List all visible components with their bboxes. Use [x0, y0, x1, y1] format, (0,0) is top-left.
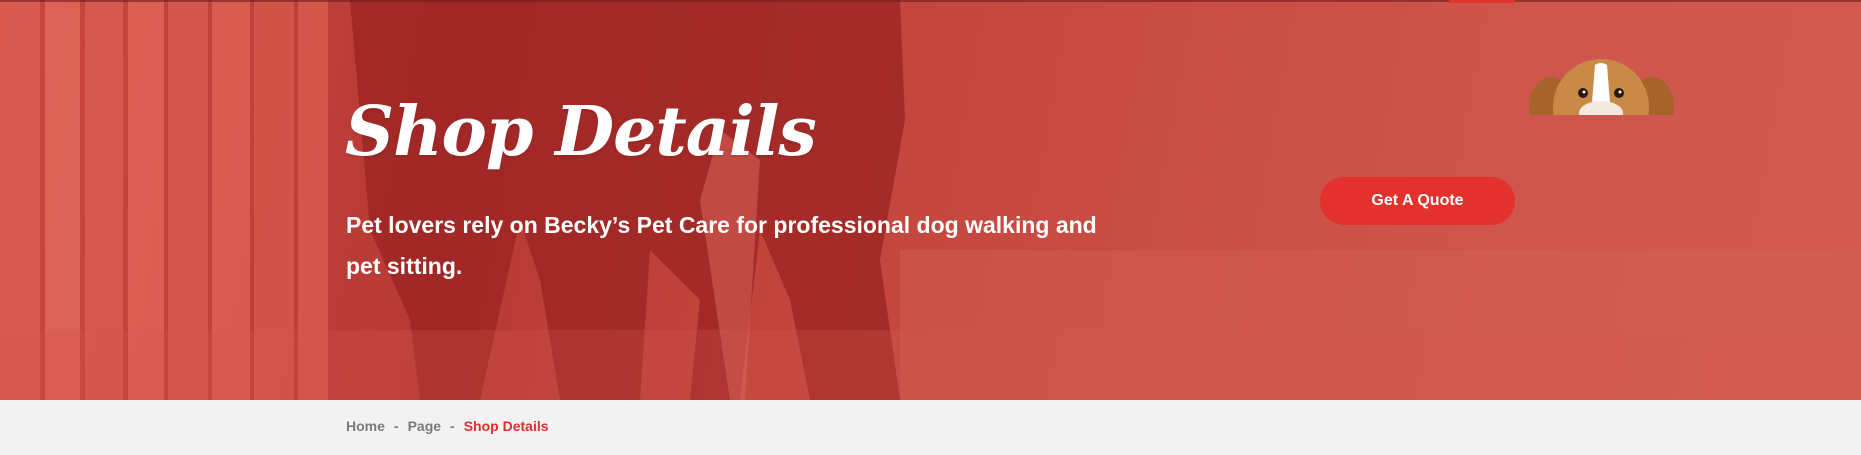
page-title: Shop Details — [345, 92, 817, 172]
breadcrumb-home-link[interactable]: Home — [346, 418, 385, 434]
beagle-dog-icon — [1529, 55, 1674, 115]
active-nav-indicator — [1449, 0, 1515, 3]
get-a-quote-button[interactable]: Get A Quote — [1320, 177, 1515, 225]
breadcrumb-bar: Home - Page - Shop Details — [0, 400, 1861, 455]
hero-subtitle: Pet lovers rely on Becky’s Pet Care for … — [346, 212, 1097, 279]
breadcrumb-current: Shop Details — [463, 418, 549, 434]
page-hero-banner: Shop Details Pet lovers rely on Becky’s … — [0, 0, 1861, 400]
breadcrumb-separator: - — [393, 418, 399, 434]
breadcrumb-page-link[interactable]: Page — [408, 418, 441, 434]
breadcrumb-separator: - — [450, 418, 455, 434]
breadcrumb: Home - Page - Shop Details — [346, 418, 549, 434]
top-border — [0, 0, 1861, 2]
